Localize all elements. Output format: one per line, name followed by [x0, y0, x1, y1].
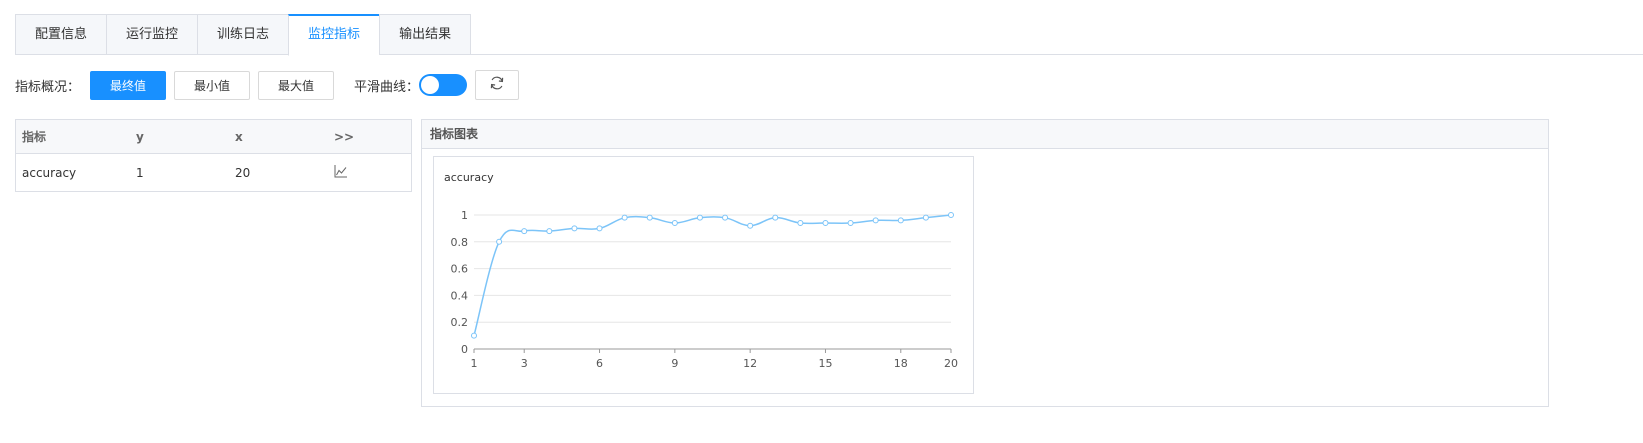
y-tick-label: 0.8 — [451, 236, 469, 249]
data-point — [621, 214, 628, 221]
y-tick-label: 0.6 — [451, 263, 469, 276]
max-value-button[interactable]: 最大值 — [258, 70, 335, 100]
chart-title: accuracy — [444, 171, 494, 184]
data-point — [872, 217, 879, 224]
header-metric: 指标 — [22, 130, 47, 144]
data-point — [571, 225, 578, 232]
data-point — [797, 220, 804, 227]
x-tick-label: 15 — [818, 357, 832, 370]
metric-name: accuracy — [22, 165, 77, 180]
tab-config[interactable]: 配置信息 — [15, 14, 107, 55]
data-point — [696, 214, 703, 221]
data-point — [646, 214, 653, 221]
data-point — [471, 332, 477, 339]
tab-run-monitor[interactable]: 运行监控 — [106, 14, 198, 55]
data-point — [722, 214, 729, 221]
final-value-button[interactable]: 最终值 — [90, 70, 167, 100]
x-tick-label: 1 — [471, 357, 478, 370]
x-tick-label: 6 — [596, 357, 603, 370]
data-point — [747, 222, 754, 229]
data-point — [948, 212, 954, 218]
y-tick-label: 0.2 — [451, 316, 469, 329]
x-tick-label: 18 — [894, 357, 908, 370]
data-point — [822, 220, 829, 227]
toggle-knob — [421, 76, 440, 94]
line-chart-icon[interactable] — [334, 165, 348, 181]
table-header: 指标 y x >> — [16, 120, 411, 154]
data-point — [922, 214, 929, 221]
smooth-curve-label: 平滑曲线： — [354, 79, 420, 95]
x-tick-label: 9 — [671, 357, 678, 370]
data-point — [596, 225, 603, 232]
data-point — [897, 217, 904, 224]
overview-label: 指标概况： — [15, 79, 81, 95]
tab-output[interactable]: 输出结果 — [379, 14, 472, 55]
x-tick-label: 3 — [521, 357, 528, 370]
metric-toolbar: 指标概况： 最终值 最小值 最大值 平滑曲线： — [15, 70, 520, 100]
data-point — [847, 220, 854, 227]
chart-panel-title: 指标图表 — [422, 120, 1548, 149]
accuracy-chart: accuracy 0 0.2 0.4 0.6 0.8 1 1 3 6 9 12 15 18 20 — [444, 171, 958, 370]
y-tick-label: 0.4 — [451, 289, 469, 302]
tab-bar: 配置信息 运行监控 训练日志 监控指标 输出结果 — [15, 14, 472, 56]
data-point — [521, 228, 528, 235]
header-y: y — [136, 129, 144, 144]
refresh-button[interactable] — [475, 70, 520, 100]
x-tick-label: 20 — [944, 357, 958, 370]
accuracy-chart-card: accuracy 0 0.2 0.4 0.6 0.8 1 1 3 6 9 12 15 18 20 — [433, 156, 974, 394]
chart-panel: 指标图表 accuracy 0 0.2 0.4 0.6 0.8 1 1 3 6 9 12 15 18 20 — [421, 119, 1549, 407]
metric-x: 20 — [235, 165, 251, 180]
table-row[interactable]: accuracy 1 20 — [16, 154, 411, 191]
data-point — [772, 214, 779, 221]
y-tick-label: 1 — [461, 209, 468, 222]
smooth-curve-toggle[interactable] — [419, 74, 468, 96]
metrics-table: 指标 y x >> accuracy 1 20 — [15, 119, 412, 192]
tab-metrics[interactable]: 监控指标 — [288, 14, 380, 56]
header-expand[interactable]: >> — [334, 130, 411, 144]
min-value-button[interactable]: 最小值 — [174, 70, 251, 100]
data-point — [671, 220, 678, 227]
metric-y: 1 — [136, 165, 144, 180]
refresh-icon — [489, 75, 505, 95]
y-tick-label: 0 — [461, 343, 468, 356]
header-x: x — [235, 129, 243, 144]
series-line-accuracy — [473, 214, 952, 336]
data-point — [496, 238, 503, 245]
tab-train-log[interactable]: 训练日志 — [197, 14, 289, 55]
x-tick-label: 12 — [743, 357, 757, 370]
data-point — [546, 228, 553, 235]
